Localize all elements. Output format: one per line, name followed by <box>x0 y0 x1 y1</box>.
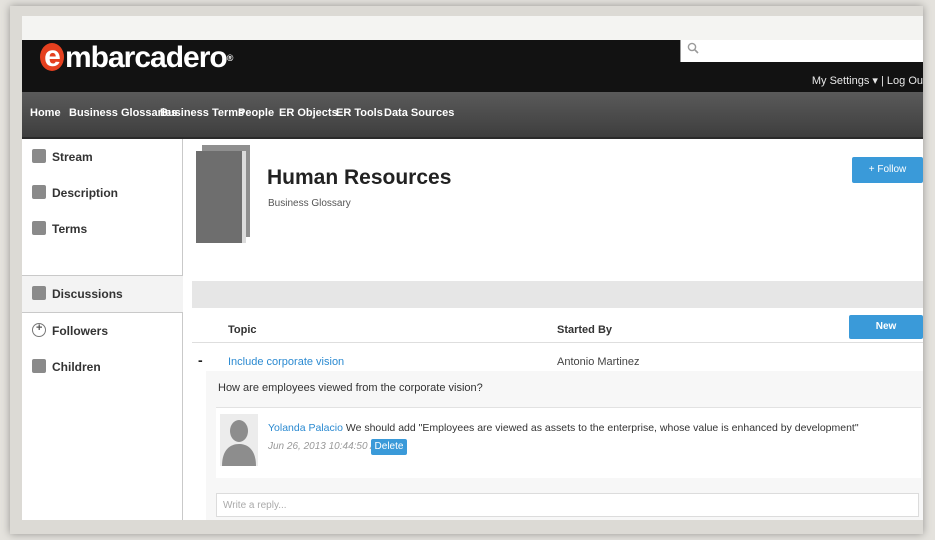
glossary-book-icon <box>196 145 250 243</box>
avatar-icon <box>220 414 258 466</box>
discussion-panel: How are employees viewed from the corpor… <box>206 371 923 520</box>
sidebar-item-label: Children <box>52 360 101 374</box>
nav-home[interactable]: Home <box>30 107 61 119</box>
terms-icon <box>32 221 46 235</box>
delete-comment-button[interactable]: Delete <box>371 439 407 455</box>
follow-button[interactable]: + Follow <box>852 157 923 183</box>
table-divider <box>192 342 923 343</box>
my-settings-link[interactable]: My Settings ▾ <box>812 75 878 87</box>
nav-er-objects[interactable]: ER Objects <box>279 107 338 119</box>
stream-icon <box>32 149 46 163</box>
search-input[interactable] <box>703 42 907 60</box>
sidebar-item-children[interactable]: Children <box>22 349 182 385</box>
sidebar-item-description[interactable]: Description <box>22 175 182 211</box>
reply-input[interactable] <box>216 493 919 517</box>
page-title: Human Resources <box>267 166 452 189</box>
logo-registered-mark: ® <box>226 53 234 63</box>
nav-business-terms[interactable]: Business Terms <box>160 107 244 119</box>
column-header-started-by[interactable]: Started By <box>557 324 612 336</box>
new-discussion-button[interactable]: New Discussion <box>849 315 923 356</box>
topic-link[interactable]: Include corporate vision <box>228 356 344 368</box>
logout-link[interactable]: Log Ou <box>887 75 923 87</box>
comment-timestamp: Jun 26, 2013 10:44:50 AM <box>268 441 385 452</box>
discussions-icon <box>32 286 46 300</box>
section-divider-band <box>192 281 923 308</box>
user-menu: My Settings ▾ | Log Ou <box>812 74 923 87</box>
app-window: e mbarcadero® My Settings ▾ | Log Ou Home… <box>22 16 923 520</box>
sidebar-item-label: Followers <box>52 324 109 338</box>
nav-people[interactable]: People <box>238 107 274 119</box>
sidebar-item-discussions[interactable]: Discussions <box>22 275 183 313</box>
collapse-toggle[interactable]: - <box>198 352 203 368</box>
comment-author-link[interactable]: Yolanda Palacio <box>268 422 343 434</box>
followers-icon <box>32 322 46 337</box>
children-icon <box>32 359 46 373</box>
started-by-text: Antonio Martinez <box>557 356 640 368</box>
user-menu-separator: | <box>877 75 887 87</box>
sidebar-item-label: Stream <box>52 150 93 164</box>
column-header-topic[interactable]: Topic <box>228 324 257 336</box>
comment: Yolanda Palacio We should add "Employees… <box>216 407 921 478</box>
page-subtitle: Business Glossary <box>268 198 351 209</box>
search-icon[interactable] <box>687 42 699 54</box>
comment-body: We should add "Employees are viewed as a… <box>342 422 859 434</box>
search-box[interactable] <box>680 40 923 62</box>
main-content: Human Resources Business Glossary + Foll… <box>182 139 923 520</box>
sidebar-item-terms[interactable]: Terms <box>22 211 182 247</box>
comment-text: Yolanda Palacio We should add "Employees… <box>268 422 859 434</box>
embarcadero-logo[interactable]: e mbarcadero® <box>40 40 234 76</box>
description-icon <box>32 185 46 199</box>
sidebar-item-followers[interactable]: Followers <box>22 313 182 349</box>
nav-er-tools[interactable]: ER Tools <box>336 107 383 119</box>
sidebar-item-label: Terms <box>52 222 88 236</box>
sidebar: Stream Description Terms Discussions Fol… <box>22 139 183 520</box>
logo-text: mbarcadero <box>65 41 228 74</box>
nav-data-sources[interactable]: Data Sources <box>384 107 454 119</box>
sidebar-item-label: Discussions <box>52 287 123 301</box>
discussion-question: How are employees viewed from the corpor… <box>218 382 483 394</box>
screenshot-frame: e mbarcadero® My Settings ▾ | Log Ou Home… <box>10 6 923 534</box>
sidebar-item-stream[interactable]: Stream <box>22 139 182 175</box>
logo-e-mark: e <box>40 42 64 72</box>
browser-strip <box>22 16 923 40</box>
main-navbar: Home Business Glossaries Business Terms … <box>22 92 923 139</box>
sidebar-item-label: Description <box>52 186 119 200</box>
